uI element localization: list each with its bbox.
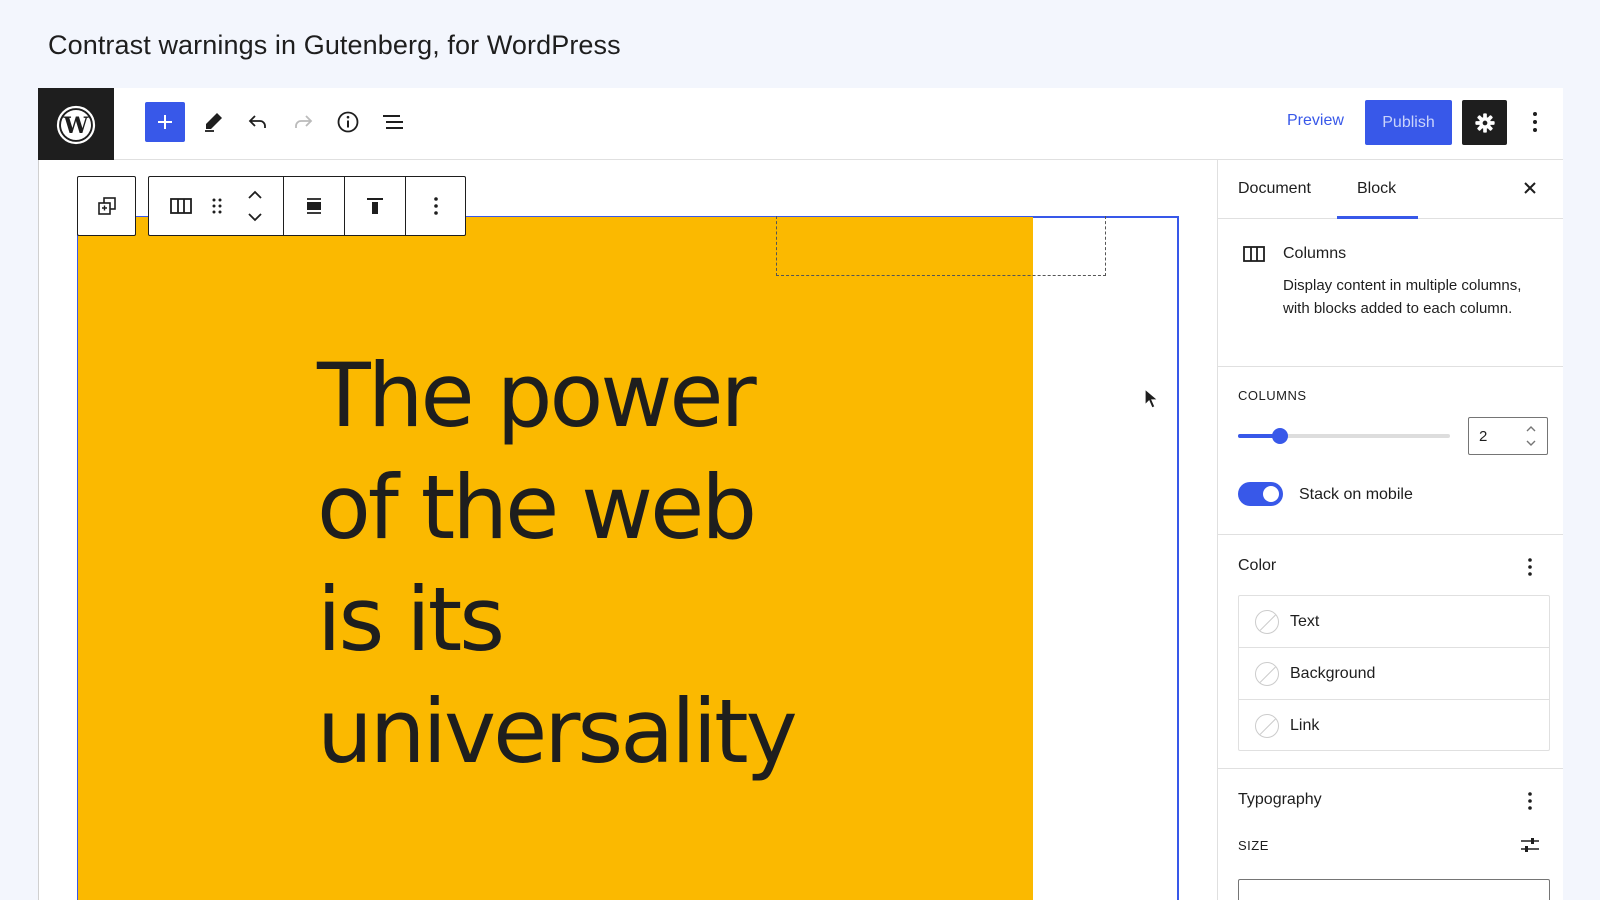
slider-thumb[interactable] <box>1272 428 1289 444</box>
chevron-down-icon[interactable] <box>1526 440 1536 447</box>
tools-button[interactable] <box>193 102 233 142</box>
select-parent-button[interactable] <box>77 176 136 236</box>
color-item-label: Link <box>1290 717 1320 734</box>
number-spinner[interactable] <box>1523 425 1539 447</box>
publish-button[interactable]: Publish <box>1365 100 1452 145</box>
block-options-button[interactable] <box>406 177 466 235</box>
vertical-align-button[interactable] <box>345 177 405 235</box>
columns-settings-panel: Columns 2 Stack on mobile <box>1218 367 1563 535</box>
preview-button[interactable]: Preview <box>1287 112 1344 130</box>
tab-block[interactable]: Block <box>1357 180 1396 198</box>
typography-settings-panel: Typography Size <box>1218 769 1563 900</box>
select-parent-icon <box>97 197 116 215</box>
plus-icon <box>158 115 172 129</box>
drag-handle-icon <box>212 198 222 214</box>
options-button[interactable] <box>1515 102 1555 142</box>
drag-handle[interactable] <box>205 177 229 235</box>
chevron-up-icon[interactable] <box>1526 425 1536 432</box>
empty-swatch-icon <box>1255 662 1279 686</box>
columns-icon <box>170 198 192 214</box>
wordpress-logo-icon[interactable]: W <box>38 88 114 161</box>
block-type-button[interactable] <box>161 177 201 235</box>
redo-button[interactable] <box>283 102 323 142</box>
stack-on-mobile-label: Stack on mobile <box>1299 486 1413 503</box>
hero-line: is its <box>317 568 505 671</box>
columns-slider[interactable] <box>1238 428 1450 444</box>
list-view-icon <box>383 115 403 129</box>
hero-line: universality <box>317 680 798 783</box>
block-card: Columns Display content in multiple colu… <box>1218 219 1563 367</box>
columns-label: Columns <box>1238 388 1307 403</box>
details-button[interactable] <box>328 102 368 142</box>
color-section-title: Color <box>1238 557 1277 574</box>
color-item-text[interactable]: Text <box>1239 596 1549 648</box>
redo-icon <box>295 115 313 128</box>
align-top-icon <box>367 198 383 214</box>
info-icon <box>337 111 359 133</box>
custom-size-button[interactable] <box>1518 833 1542 857</box>
hero-line: of the web <box>317 456 757 559</box>
color-options-list: Text Background Link <box>1238 595 1550 751</box>
move-up-down-icon <box>248 190 262 222</box>
undo-icon <box>248 115 266 128</box>
toggle-knob <box>1263 486 1279 502</box>
columns-icon <box>1243 246 1265 262</box>
typography-section-title: Typography <box>1238 791 1322 808</box>
gear-icon <box>1474 112 1495 133</box>
color-settings-panel: Color Text Background Link <box>1218 535 1563 769</box>
more-vertical-icon <box>434 197 438 215</box>
columns-number-input[interactable]: 2 <box>1468 417 1548 455</box>
undo-button[interactable] <box>238 102 278 142</box>
close-sidebar-button[interactable] <box>1518 176 1542 200</box>
empty-swatch-icon <box>1255 714 1279 738</box>
empty-swatch-icon <box>1255 610 1279 634</box>
color-item-label: Text <box>1290 613 1320 630</box>
move-up-down-button[interactable] <box>235 177 275 235</box>
mouse-cursor-icon <box>1144 388 1160 409</box>
more-vertical-icon <box>1528 558 1532 576</box>
add-block-button[interactable] <box>145 102 185 142</box>
color-options-button[interactable] <box>1518 555 1542 579</box>
more-vertical-icon <box>1528 792 1532 810</box>
svg-text:W: W <box>63 113 89 139</box>
gutenberg-editor: W Preview Publish The power of the web i… <box>38 88 1563 900</box>
list-view-button[interactable] <box>373 102 413 142</box>
sidebar-tabs: Document Block <box>1218 160 1563 219</box>
close-icon <box>1524 182 1536 194</box>
empty-column-placeholder[interactable] <box>776 216 1106 276</box>
settings-sidebar: Document Block Columns Display content i… <box>1217 160 1563 900</box>
align-button[interactable] <box>284 177 344 235</box>
font-size-select[interactable] <box>1238 879 1550 900</box>
color-item-background[interactable]: Background <box>1239 648 1549 700</box>
more-vertical-icon <box>1533 112 1537 132</box>
hero-heading[interactable]: The power of the web is its universality <box>317 340 917 788</box>
settings-button[interactable] <box>1462 100 1507 145</box>
block-toolbar <box>148 176 466 236</box>
page-caption: Contrast warnings in Gutenberg, for Word… <box>48 30 621 60</box>
block-card-description: Display content in multiple columns, wit… <box>1283 277 1522 317</box>
size-label: Size <box>1238 838 1269 853</box>
color-item-link[interactable]: Link <box>1239 700 1549 752</box>
settings-sliders-icon <box>1521 838 1539 852</box>
editor-header: W Preview Publish <box>38 88 1563 161</box>
align-center-icon <box>307 198 321 214</box>
stack-on-mobile-toggle[interactable] <box>1238 482 1283 506</box>
editor-canvas[interactable]: The power of the web is its universality <box>38 160 1217 900</box>
block-card-title: Columns <box>1283 245 1347 262</box>
typography-options-button[interactable] <box>1518 789 1542 813</box>
hero-line: The power <box>317 344 757 447</box>
columns-value: 2 <box>1479 428 1488 445</box>
tab-document[interactable]: Document <box>1238 180 1311 198</box>
color-item-label: Background <box>1290 665 1376 682</box>
pencil-icon <box>205 113 222 132</box>
